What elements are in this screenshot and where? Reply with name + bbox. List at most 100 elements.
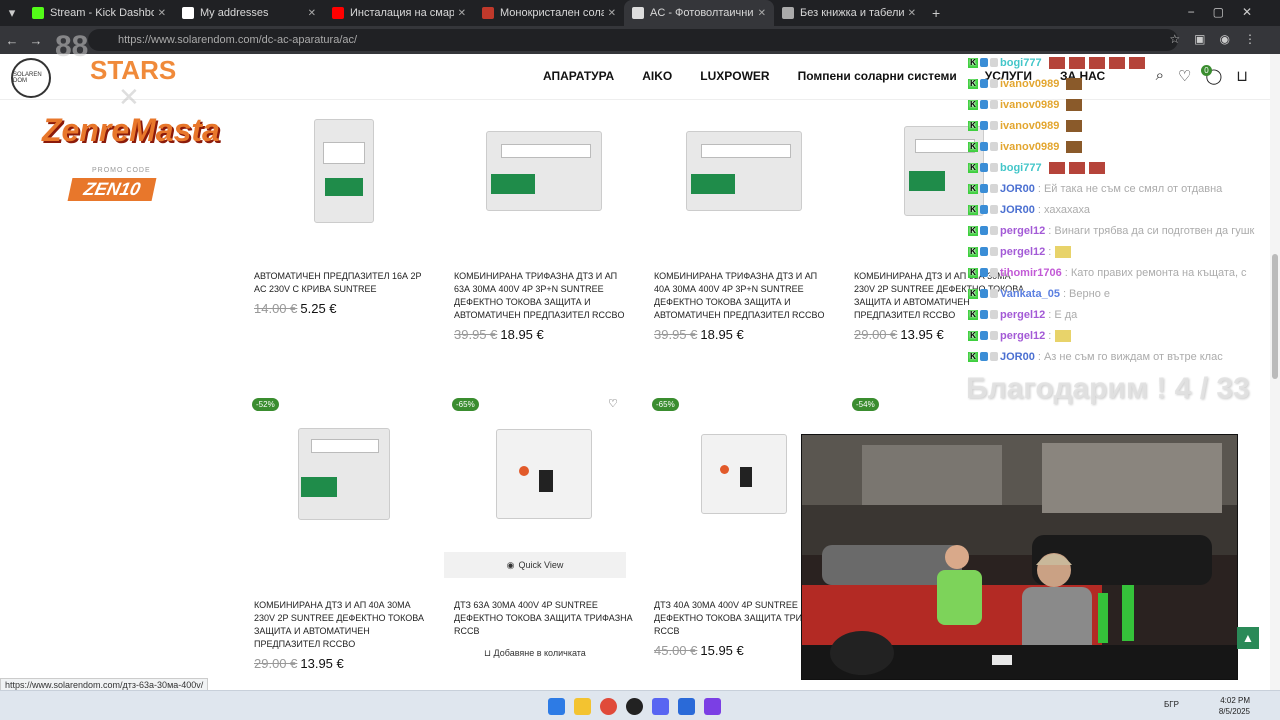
- chat-badge-icon: [980, 268, 988, 277]
- kick-badge-icon: K: [968, 330, 978, 341]
- tab-favicon-icon: [182, 7, 194, 19]
- chat-text: : Е да: [1048, 308, 1078, 321]
- chat-message: Kbogi777: [968, 52, 1268, 73]
- close-tab-icon[interactable]: ✕: [608, 8, 616, 19]
- chat-badge-icon: [980, 79, 988, 88]
- chat-text: : Като правих ремонта на къщата, с: [1064, 266, 1247, 279]
- browser-tab[interactable]: AC - Фотоволтаични инсталац ✕: [624, 0, 774, 26]
- discord-icon[interactable]: [652, 698, 669, 715]
- chat-emote-icon: [1048, 161, 1065, 174]
- tab-search-icon[interactable]: ▾: [0, 5, 24, 21]
- close-tab-icon[interactable]: ✕: [308, 8, 316, 19]
- scroll-to-top-button[interactable]: ▲: [1237, 627, 1259, 649]
- windows-start-icon[interactable]: [548, 698, 565, 715]
- chat-message: K JOR00: Аз не съм го виждам от вътре кла…: [968, 346, 1268, 362]
- product-name[interactable]: КОМБИНИРАНА ТРИФАЗНА ДТЗ И АП 63А 30МА 4…: [454, 270, 634, 322]
- chat-badge-icon: [990, 184, 998, 193]
- chat-emote-icon: [1066, 140, 1083, 153]
- menu-item-luxpower[interactable]: LUXPOWER: [700, 69, 769, 83]
- chat-username: pergel12: [1000, 245, 1046, 258]
- product-image[interactable]: [454, 404, 634, 544]
- product-name[interactable]: КОМБИНИРАНА ДТЗ И АП 40А 30МА 230V 2P SU…: [254, 599, 434, 651]
- chat-message: Kivanov0989: [968, 136, 1268, 157]
- browser-tab[interactable]: My addresses ✕: [174, 0, 324, 26]
- product-name[interactable]: АВТОМАТИЧЕН ПРЕДПАЗИТЕЛ 16А 2P AC 230V С…: [254, 270, 434, 296]
- quick-view-button[interactable]: ◉ Quick View: [444, 552, 626, 578]
- window-controls[interactable]: −▢✕: [1188, 5, 1270, 19]
- chat-badge-icon: [990, 142, 998, 151]
- grid-app-icon[interactable]: [704, 698, 721, 715]
- toolbar-icons[interactable]: ☆▣◉⋮: [1169, 32, 1270, 46]
- chat-text: : Винаги трябва да си подготвен да гушк: [1048, 224, 1255, 237]
- chat-badge-icon: [990, 310, 998, 319]
- chat-badge-icon: [980, 205, 988, 214]
- tab-title: Монокристален соларен пане: [500, 7, 604, 19]
- product-name[interactable]: ДТЗ 63А 30МА 400V 4P SUNTREE ДЕФЕКТНО ТО…: [454, 599, 634, 638]
- chat-text: : Ей така не съм се смял от отдавна: [1037, 182, 1223, 195]
- address-bar[interactable]: https://www.solarendom.com/dc-ac-aparatu…: [88, 29, 1178, 51]
- tab-strip: Stream - Kick Dashboard✕My addresses✕Инс…: [24, 0, 924, 26]
- tab-favicon-icon: [32, 7, 44, 19]
- forward-button[interactable]: →: [24, 33, 48, 48]
- kick-badge-icon: K: [968, 246, 978, 257]
- product-card[interactable]: КОМБИНИРАНА ТРИФАЗНА ДТЗ И АП 63А 30МА 4…: [454, 96, 634, 342]
- chat-badge-icon: [990, 226, 998, 235]
- chat-username: JOR00: [1000, 203, 1035, 216]
- product-image[interactable]: [254, 96, 434, 246]
- system-clock[interactable]: 4:02 PM 8/5/2025: [1219, 695, 1250, 717]
- product-image[interactable]: [454, 96, 634, 246]
- app-icon[interactable]: [678, 698, 695, 715]
- close-tab-icon[interactable]: ✕: [158, 8, 166, 19]
- eye-icon: ◉: [506, 559, 515, 570]
- scrollbar-thumb[interactable]: [1272, 254, 1278, 379]
- chat-emote-icon: [1128, 56, 1145, 69]
- menu-item-aparatura[interactable]: АПАРАТУРА: [543, 69, 614, 83]
- goal-overlay: Благодарим ! 4 / 33: [966, 372, 1250, 405]
- page-scrollbar[interactable]: [1270, 54, 1280, 690]
- close-tab-icon[interactable]: ✕: [908, 8, 916, 19]
- chrome-icon[interactable]: [600, 698, 617, 715]
- product-price: 39.95 €18.95 €: [654, 327, 744, 342]
- browser-tab[interactable]: Монокристален соларен пане ✕: [474, 0, 624, 26]
- menu-item-aiko[interactable]: AIKO: [642, 69, 672, 83]
- add-to-cart-button[interactable]: ⊔ Добавяне в количката: [484, 648, 586, 659]
- browser-tab[interactable]: Без книжка и табели ✕: [774, 0, 924, 26]
- chat-badge-icon: [980, 121, 988, 130]
- chat-badge-icon: [980, 310, 988, 319]
- streamer-logo: ZenreMasta: [42, 112, 220, 148]
- chat-badge-icon: [990, 205, 998, 214]
- site-logo[interactable]: SOLAREN DOM: [11, 58, 51, 98]
- product-image[interactable]: [254, 404, 434, 544]
- chat-emote-icon: [1088, 161, 1105, 174]
- chat-text: :: [1048, 329, 1052, 342]
- browser-tab[interactable]: Stream - Kick Dashboard ✕: [24, 0, 174, 26]
- product-card[interactable]: АВТОМАТИЧЕН ПРЕДПАЗИТЕЛ 16А 2P AC 230V С…: [254, 96, 434, 316]
- chat-message: Kpergel12:: [968, 325, 1268, 346]
- product-name[interactable]: КОМБИНИРАНА ТРИФАЗНА ДТЗ И АП 40А 30МА 4…: [654, 270, 834, 322]
- file-explorer-icon[interactable]: [574, 698, 591, 715]
- new-tab-button[interactable]: +: [924, 5, 948, 21]
- product-card[interactable]: ДТЗ 63А 30МА 400V 4P SUNTREE ДЕФЕКТНО ТО…: [454, 404, 634, 638]
- close-tab-icon[interactable]: ✕: [458, 8, 466, 19]
- chat-badge-icon: [990, 58, 998, 67]
- chat-badge-icon: [980, 352, 988, 361]
- obs-icon[interactable]: [626, 698, 643, 715]
- menu-item-pumps[interactable]: Помпени соларни системи: [798, 69, 957, 83]
- chat-badge-icon: [980, 247, 988, 256]
- chat-badge-icon: [990, 352, 998, 361]
- taskbar-apps: [548, 698, 721, 715]
- chat-text: : Верно е: [1062, 287, 1110, 300]
- product-image[interactable]: [654, 96, 834, 246]
- back-button[interactable]: ←: [0, 33, 24, 48]
- close-tab-icon[interactable]: ✕: [758, 8, 766, 19]
- kick-badge-icon: K: [968, 288, 978, 299]
- chat-username: tihomir1706: [1000, 266, 1062, 279]
- language-indicator[interactable]: БГР: [1164, 700, 1179, 709]
- product-card[interactable]: КОМБИНИРАНА ДТЗ И АП 40А 30МА 230V 2P SU…: [254, 404, 434, 671]
- chat-badge-icon: [980, 100, 988, 109]
- browser-tab[interactable]: Инсталация на смарт констру ✕: [324, 0, 474, 26]
- webcam-scene: [802, 435, 1237, 679]
- chat-emote-icon: [1066, 77, 1083, 90]
- chat-emote-icon: [1088, 56, 1105, 69]
- product-card[interactable]: КОМБИНИРАНА ТРИФАЗНА ДТЗ И АП 40А 30МА 4…: [654, 96, 834, 342]
